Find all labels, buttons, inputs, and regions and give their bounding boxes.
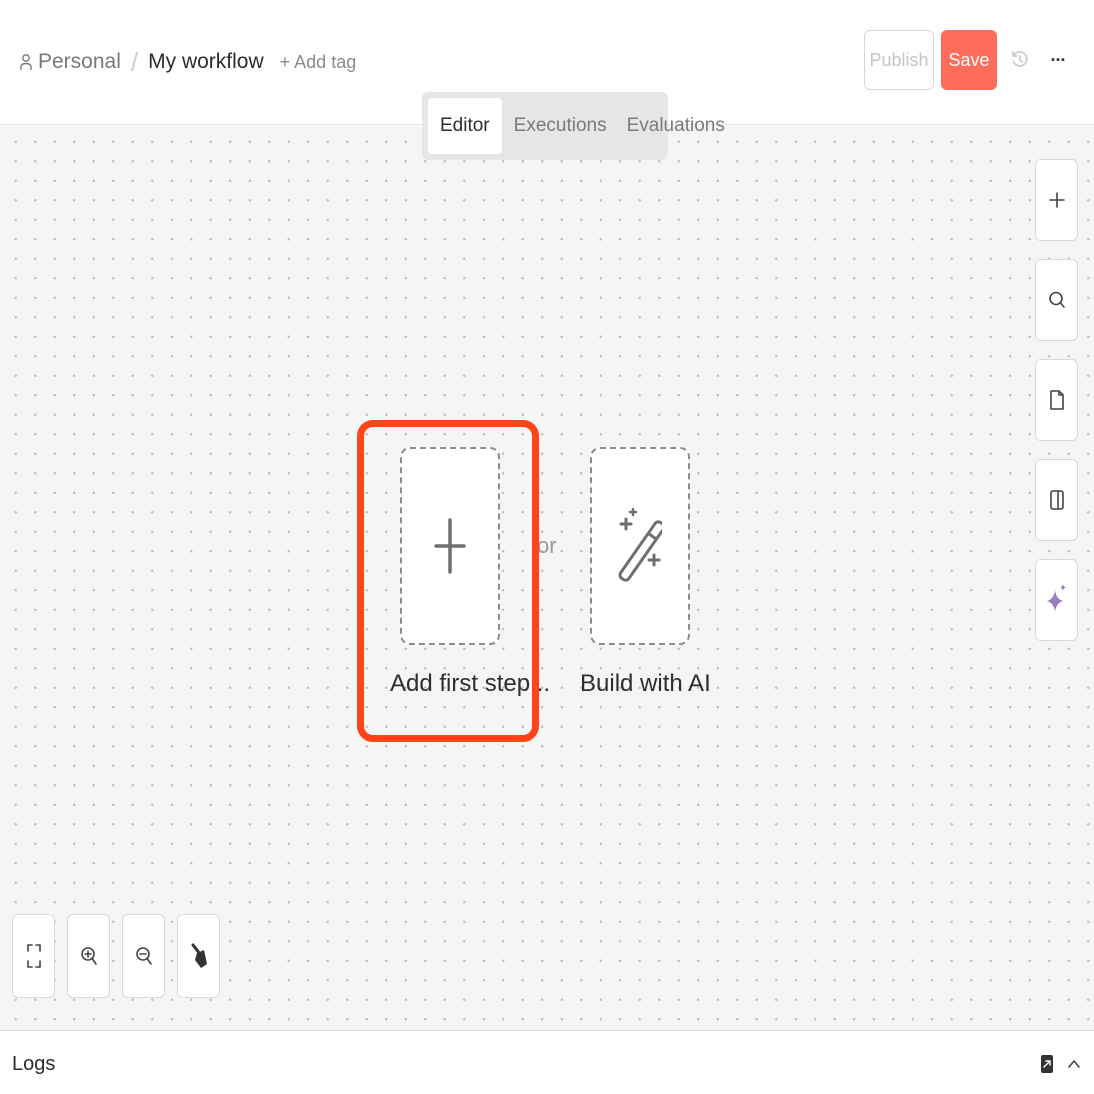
logs-title: Logs [12,1053,56,1075]
ai-sparkle-icon [1046,584,1066,612]
zoom-in-icon [80,947,97,965]
workflow-name[interactable]: My workflow [148,50,264,74]
ai-assistant-button[interactable] [1035,559,1078,641]
project-name: Personal [38,50,121,73]
toggle-panel-button[interactable] [1035,459,1078,541]
more-icon: ··· [1050,49,1067,70]
breadcrumb-separator: / [130,46,139,77]
panel-toggle-icon [1049,490,1064,510]
workflow-canvas[interactable] [0,126,1094,1030]
build-with-ai-node[interactable] [590,447,690,645]
fit-view-icon [26,944,41,968]
highlight-frame [357,420,539,742]
breadcrumb-project[interactable]: Personal [20,50,121,74]
add-tag-link[interactable]: + Add tag [280,52,357,73]
save-button[interactable]: Save [941,30,997,90]
magic-wand-icon [618,507,662,582]
publish-button[interactable]: Publish [864,30,934,90]
or-separator: or [537,533,557,558]
tidy-up-button[interactable] [177,914,220,998]
chevron-up-icon [1068,1060,1080,1068]
tab-editor[interactable]: Editor [428,98,502,154]
tab-evaluations[interactable]: Evaluations [619,98,733,154]
sticky-note-icon [1049,390,1064,410]
logs-panel[interactable]: Logs [0,1030,1094,1094]
more-options-button[interactable]: ··· [1044,44,1072,76]
plus-icon [1048,192,1065,208]
zoom-out-icon [135,947,152,965]
search-icon [1048,291,1065,308]
zoom-in-button[interactable] [67,914,110,998]
breadcrumb: Personal / My workflow + Add tag [20,44,356,80]
fit-view-button[interactable] [12,914,55,998]
history-button[interactable] [1006,44,1034,76]
add-sticky-note-button[interactable] [1035,359,1078,441]
user-icon [20,54,32,70]
view-tabs: Editor Executions Evaluations [422,92,725,160]
popout-icon [1041,1055,1053,1073]
toggle-logs-button[interactable] [1063,1051,1085,1077]
zoom-out-button[interactable] [122,914,165,998]
tidy-up-icon [191,943,207,968]
build-with-ai-label: Build with AI [580,670,711,697]
add-node-button[interactable] [1035,159,1078,241]
search-nodes-button[interactable] [1035,259,1078,341]
tab-executions[interactable]: Executions [506,98,615,154]
history-icon [1012,51,1028,67]
popout-logs-button[interactable] [1036,1051,1058,1077]
